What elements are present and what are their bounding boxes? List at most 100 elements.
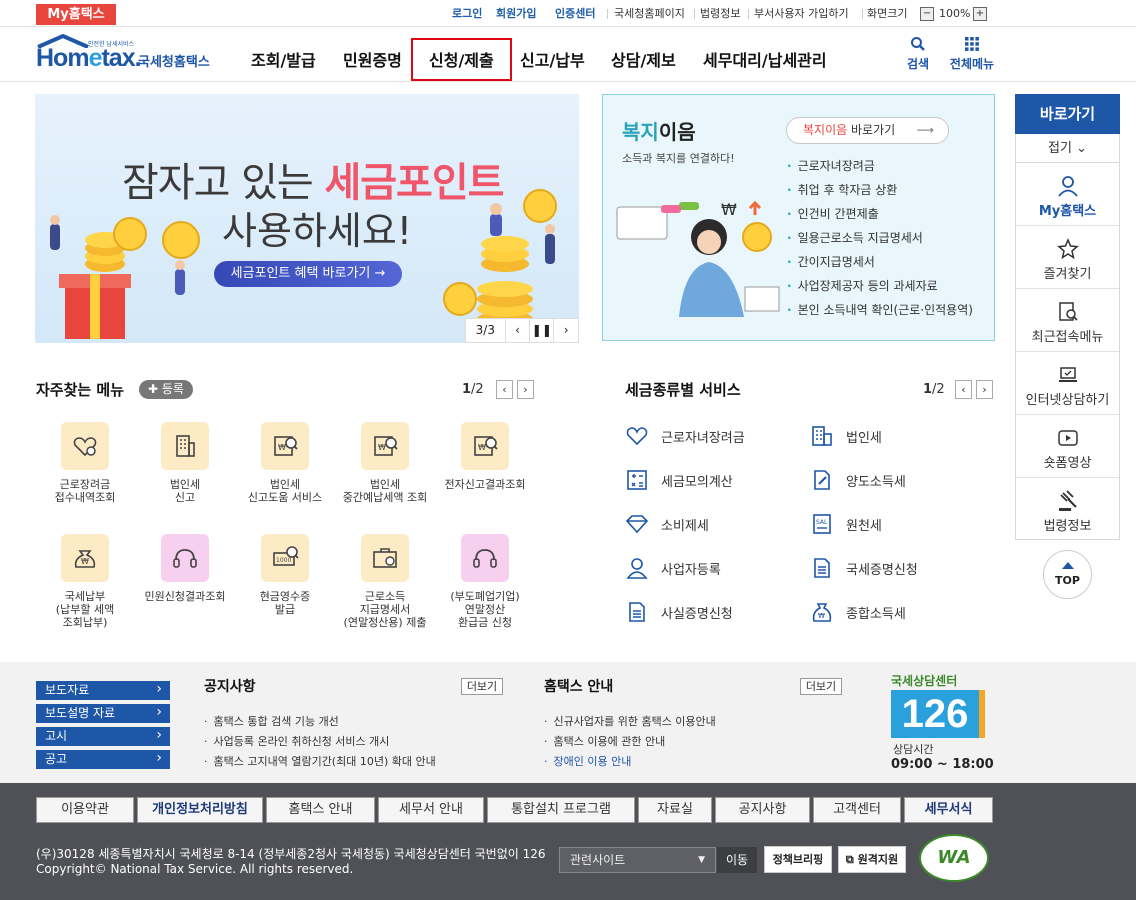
briefcase-icon [373,548,397,568]
welfare-item[interactable]: 간이지급명세서 [787,253,875,270]
tax-item-child-credit[interactable]: 근로자녀장려금 [625,424,745,448]
welfare-illustration: ₩ [616,200,780,317]
recent-search-icon [1058,302,1078,321]
tax-item-business-register[interactable]: 사업자등록 [625,556,721,580]
banner-prev-button[interactable]: ‹ [506,319,531,342]
footer-install-program[interactable]: 통합설치 프로그램 [487,797,635,823]
quick-online-consult[interactable]: 인터넷상담하기 [1016,353,1119,415]
tax-point-button[interactable]: 세금포인트 혜택 바로가기 → [214,261,402,287]
freq-item-e-report-result[interactable]: ₩ 전자신고결과조회 [435,422,535,491]
freq-item-wage-statement[interactable]: 근로소득 지급명세서 (연말정산용) 제출 [335,534,435,629]
tax-item-transfer-income[interactable]: 양도소득세 [810,468,906,492]
footer-hometax-guide[interactable]: 홈택스 안내 [266,797,375,823]
freq-item-cash-receipt[interactable]: 1000 현금영수증 발급 [235,534,335,616]
guide-item[interactable]: 신규사업자를 위한 홈택스 이용안내 [544,713,716,729]
welfare-item[interactable]: 사업장제공자 등의 과세자료 [787,277,938,294]
document-icon [629,602,645,622]
quick-myhometax[interactable]: My홈택스 [1016,164,1119,226]
welfare-item[interactable]: 본인 소득내역 확인(근로·인적용역) [787,301,973,318]
tax-item-withholding[interactable]: SAL 원천세 [810,512,882,536]
tax-item-corp-tax[interactable]: 법인세 [810,424,882,448]
frequent-next-button[interactable]: › [517,380,534,399]
policy-briefing-badge[interactable]: 정책브리핑 [764,846,832,873]
freq-item-earned-credit[interactable]: 근로장려금 접수내역조회 [35,422,135,504]
press-release-button[interactable]: 보도자료 [36,680,170,700]
notice-item[interactable]: 사업등록 온라인 취하신청 서비스 개시 [204,733,390,749]
frequent-prev-button[interactable]: ‹ [496,380,513,399]
notice-item[interactable]: 홈택스 통합 검색 기능 개선 [204,713,339,729]
svg-text:1000: 1000 [276,557,291,564]
footer-customer-center[interactable]: 고객센터 [813,797,901,823]
document-edit-icon [814,470,830,490]
diamond-icon [625,515,649,534]
svg-text:SAL: SAL [816,519,828,526]
welfare-item[interactable]: 인건비 간편제출 [787,205,879,222]
quick-recent-menu[interactable]: 최근접속메뉴 [1016,290,1119,352]
quick-law-info[interactable]: 법령정보 [1016,479,1119,541]
notice-gosi-button[interactable]: 고시 [36,726,170,746]
cert-center-link[interactable]: 인증센터 [555,7,595,21]
scroll-top-button[interactable]: TOP [1043,550,1092,599]
quick-favorites[interactable]: 즐겨찾기 [1016,227,1119,289]
join-link[interactable]: 회원가입 [496,7,536,21]
freq-item-tax-payment[interactable]: ₩ 국세납부 (납부할 세액 조회납부) [35,534,135,629]
remote-support-badge[interactable]: ⧉ 원격지원 [838,846,906,873]
footer-terms[interactable]: 이용약관 [36,797,134,823]
freq-item-interim-prepay[interactable]: ₩ 법인세 중간예납세액 조회 [335,422,435,504]
press-explain-button[interactable]: 보도설명 자료 [36,703,170,723]
tax-item-cert-request[interactable]: 국세증명신청 [810,556,918,580]
svg-text:₩: ₩ [478,443,486,452]
all-menu-button[interactable]: 전체메뉴 [946,36,998,72]
gnb-consult[interactable]: 상담/제보 [611,47,676,71]
move-button[interactable]: 이동 [717,847,757,873]
tax-item-consumption[interactable]: 소비제세 [625,512,709,536]
announcement-button[interactable]: 공고 [36,749,170,769]
footer-tax-forms[interactable]: 세무서식 [904,797,993,823]
logo-subtitle[interactable]: 국세청홈택스 [138,51,210,70]
gnb-certificate[interactable]: 민원증명 [343,47,402,71]
freq-item-refund-apply[interactable]: (부도폐업기업) 연말정산 환급금 신청 [435,534,535,629]
welfare-item[interactable]: 일용근로소득 지급명세서 [787,229,923,246]
footer-notice[interactable]: 공지사항 [715,797,810,823]
fold-button[interactable]: 접기 ⌄ [1015,134,1120,163]
welfare-link-button[interactable]: 복지이음 바로가기 ⟶ [786,117,949,144]
call-center-number: 126 [891,690,985,738]
law-info-link[interactable]: 법령정보 [700,7,740,21]
banner-next-button[interactable]: › [554,319,578,342]
hometax-logo[interactable]: Hometax. [36,44,142,73]
related-sites-select[interactable]: 관련사이트 ▼ [559,847,716,873]
zoom-in-button[interactable]: + [973,7,987,21]
footer-privacy[interactable]: 개인정보처리방침 [137,797,263,823]
gnb-tax-agent[interactable]: 세무대리/납세관리 [703,47,827,71]
myhome-tab[interactable]: My홈택스 [36,4,116,25]
notice-item[interactable]: 홈택스 고지내역 열람기간(최대 10년) 확대 안내 [204,753,436,769]
nts-homepage-link[interactable]: 국세청홈페이지 [614,7,685,21]
footer-office-guide[interactable]: 세무서 안내 [378,797,484,823]
footer-data-room[interactable]: 자료실 [638,797,712,823]
login-link[interactable]: 로그인 [452,7,482,21]
gnb-inquiry[interactable]: 조회/발급 [251,47,316,71]
document-icon [814,558,830,578]
register-button[interactable]: ✚ 등록 [139,380,193,399]
freq-item-corp-tax-report[interactable]: 법인세 신고 [135,422,235,504]
tax-item-global-income[interactable]: ₩ 종합소득세 [810,600,906,624]
quick-shortform-video[interactable]: 숏폼영상 [1016,416,1119,478]
dept-user-join-link[interactable]: 부서사용자 가입하기 [754,7,849,21]
welfare-item[interactable]: 취업 후 학자금 상환 [787,181,898,198]
welfare-item[interactable]: 근로자녀장려금 [787,157,875,174]
guide-more-button[interactable]: 더보기 [800,678,842,695]
tax-next-button[interactable]: › [976,380,993,399]
banner-pause-button[interactable]: ❚❚ [530,319,555,342]
freq-item-civil-result[interactable]: 민원신청결과조회 [135,534,235,603]
freq-item-corp-tax-help[interactable]: ₩ 법인세 신고도움 서비스 [235,422,335,504]
guide-item[interactable]: 홈택스 이용에 관한 안내 [544,733,666,749]
notice-more-button[interactable]: 더보기 [461,678,503,695]
guide-item[interactable]: 장애인 이용 안내 [544,753,632,769]
zoom-out-button[interactable]: − [920,7,934,21]
search-button[interactable]: 검색 [898,36,938,72]
tax-item-fact-cert[interactable]: 사실증명신청 [625,600,733,624]
tax-item-simulation[interactable]: 세금모의계산 [625,468,733,492]
tax-prev-button[interactable]: ‹ [955,380,972,399]
gnb-report-pay[interactable]: 신고/납부 [520,47,585,71]
call-center-label: 국세상담센터 [891,674,958,688]
